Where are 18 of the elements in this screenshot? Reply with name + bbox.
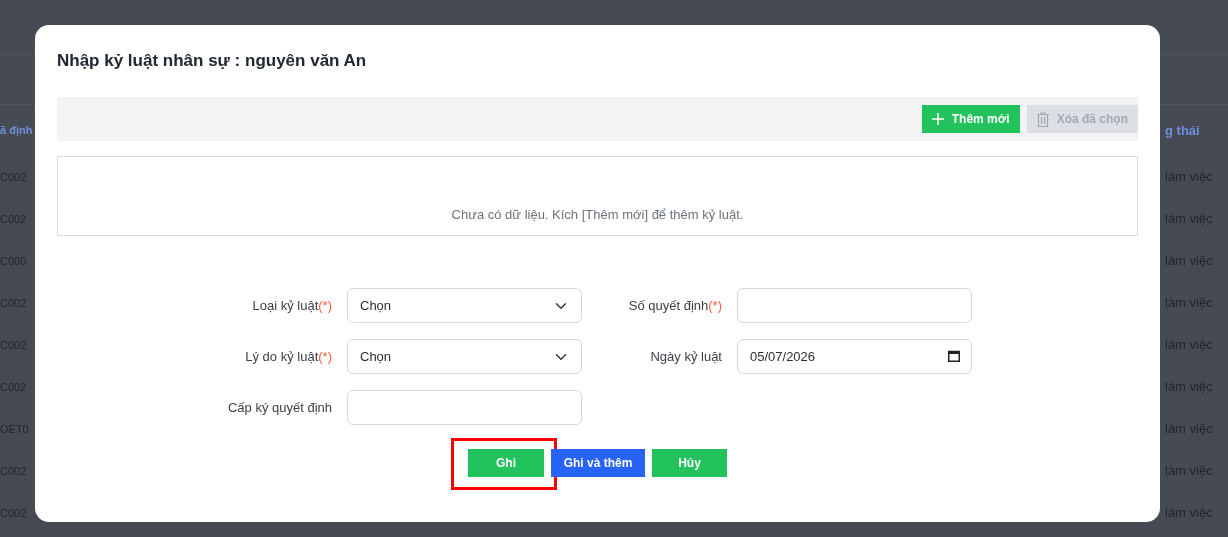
trash-icon bbox=[1036, 111, 1049, 127]
dropdown-field[interactable]: Chọn bbox=[347, 288, 582, 323]
dialog-title: Nhập kỷ luật nhân sự : nguyên văn An bbox=[57, 51, 368, 71]
plus-icon bbox=[931, 113, 944, 125]
column-header: g thái bbox=[1165, 121, 1201, 140]
dropdown-field[interactable]: Chọn bbox=[347, 339, 582, 374]
calendar-icon[interactable] bbox=[948, 350, 960, 362]
field-label: Cấp ký quyết định bbox=[226, 398, 332, 417]
field-label: Loại kỷ luật(*) bbox=[251, 296, 332, 315]
field-label: Ngày kỷ luật bbox=[649, 347, 722, 366]
date-field[interactable]: 05/07/2026 bbox=[737, 339, 972, 374]
field-label: Lý do kỷ luật(*) bbox=[244, 347, 332, 366]
column-header: ã định bbox=[0, 123, 34, 139]
field-label: Số quyết định(*) bbox=[627, 296, 722, 315]
input-field[interactable] bbox=[347, 390, 582, 425]
empty-message: Chưa có dữ liệu. Kích [Thêm mới] để thêm kỷ luật. bbox=[451, 205, 744, 224]
input-field[interactable] bbox=[737, 288, 972, 323]
save-and-new-button[interactable]: Ghi và thêm bbox=[551, 449, 645, 477]
